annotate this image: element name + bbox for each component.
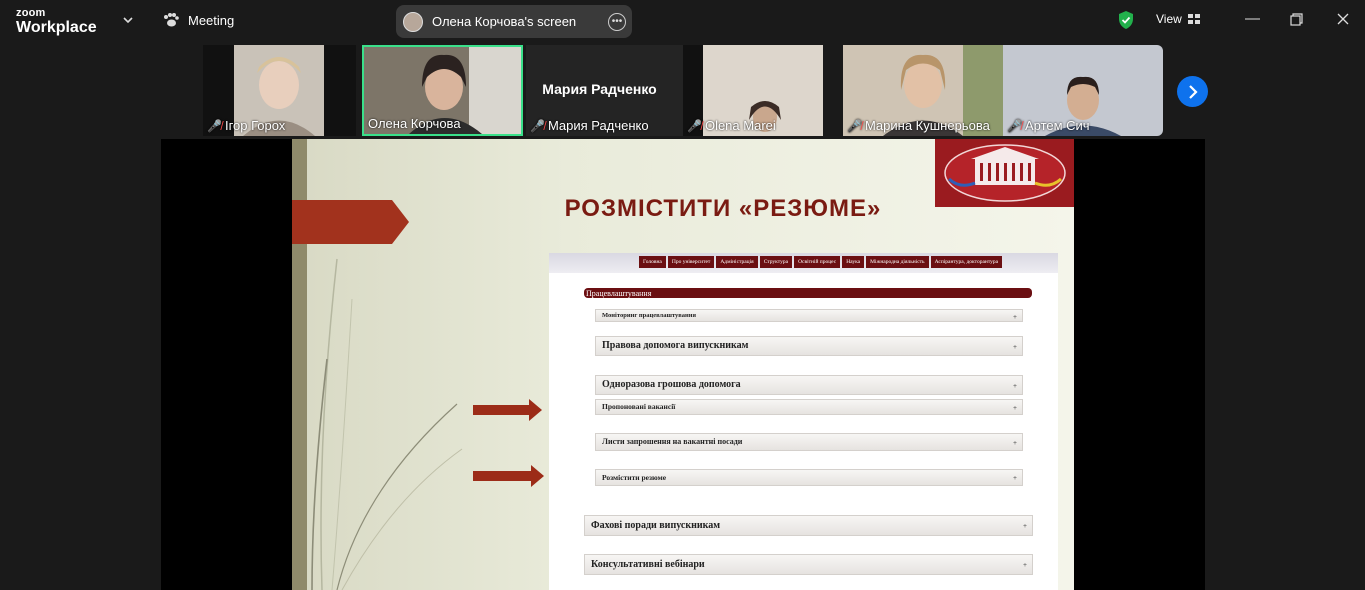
screen-share-indicator[interactable]: Олена Корчова's screen ••• <box>396 5 632 38</box>
meeting-button[interactable]: Meeting <box>162 12 234 28</box>
pointer-arrow <box>473 465 544 487</box>
grid-icon <box>1187 14 1200 24</box>
shield-check-icon[interactable] <box>1117 10 1135 30</box>
participant-tile[interactable]: 🎤̸ Артем Сич <box>1003 45 1163 136</box>
accordion-item: Консультативні вебінари + <box>584 554 1033 575</box>
nav-item: Головна <box>639 256 666 268</box>
participant-display-name: Мария Радченко <box>542 81 657 97</box>
participant-tile[interactable]: Мария Радченко 🎤̸ Мария Радченко <box>526 45 703 136</box>
paw-icon <box>164 13 179 27</box>
nav-item: Про університет <box>667 256 715 268</box>
app-logo: zoom Workplace <box>16 8 97 36</box>
chevron-right-icon <box>1188 84 1198 99</box>
mic-muted-icon: 🎤̸ <box>847 118 862 133</box>
minimize-icon[interactable]: — <box>1245 10 1260 27</box>
sharer-avatar <box>403 11 423 32</box>
nav-item: Освітній процес <box>794 256 841 268</box>
presentation-slide: РОЗМІСТИТИ «РЕЗЮМЕ» Головна Про універси… <box>292 139 1074 590</box>
participant-name: 🎤̸ Ігор Горох <box>207 118 286 133</box>
view-button[interactable]: View <box>1156 12 1200 26</box>
mic-muted-icon: 🎤̸ <box>687 118 702 133</box>
mic-muted-icon: 🎤̸ <box>530 118 545 133</box>
logo-bottom: Workplace <box>16 19 97 36</box>
participant-name: Олена Корчова <box>368 116 461 131</box>
participant-tile[interactable]: 🎤̸ Марина Кушнерьова <box>843 45 1003 136</box>
close-icon[interactable] <box>1337 13 1349 25</box>
share-label: Олена Корчова's screen <box>432 14 577 29</box>
meeting-label: Meeting <box>188 12 235 28</box>
nav-item: Аспірантура, докторантура <box>930 256 1003 268</box>
nav-item: Міжнародна діяльність <box>866 256 929 268</box>
more-options-icon[interactable]: ••• <box>608 13 626 31</box>
slide-title: РОЗМІСТИТИ «РЕЗЮМЕ» <box>564 195 882 222</box>
title-bar: zoom Workplace Meeting Олена Корчова's s… <box>0 0 1365 44</box>
participant-tile-active[interactable]: Олена Корчова <box>362 45 523 136</box>
logo-top: zoom <box>16 7 46 19</box>
accordion-item: Правова допомога випускникам + <box>595 336 1023 356</box>
mic-muted-icon: 🎤̸ <box>207 118 222 133</box>
participant-tile[interactable]: 🎤̸ Olena Mareі <box>683 45 823 136</box>
section-header: Працевлаштування <box>584 288 1032 298</box>
accordion-item: Моніторинг працевлаштування + <box>595 309 1023 322</box>
website-screenshot: Головна Про університет Адміністрація Ст… <box>549 253 1058 590</box>
accordion-item: Розмістити резюме + <box>595 469 1023 486</box>
participant-strip: 🎤̸ Ігор Горох Олена Корчова Мария Радченк… <box>203 45 1163 137</box>
participant-name: 🎤̸ Olena Mareі <box>687 118 776 133</box>
nav-item: Наука <box>842 256 865 268</box>
participant-name: 🎤̸ Мария Радченко <box>530 118 649 133</box>
mic-muted-icon: 🎤̸ <box>1007 118 1022 133</box>
chevron-down-icon[interactable] <box>122 14 134 26</box>
accordion-item: Фахові поради випускникам + <box>584 515 1033 536</box>
accordion-item: Пропоновані вакансії + <box>595 399 1023 415</box>
nav-item: Структура <box>759 256 793 268</box>
next-page-button[interactable] <box>1177 76 1208 107</box>
nav-item: Адміністрація <box>716 256 758 268</box>
accordion-item: Одноразова грошова допомога + <box>595 375 1023 395</box>
view-label: View <box>1156 12 1182 26</box>
accordion-item: Листи запрошення на вакантні посади + <box>595 433 1023 451</box>
restore-icon[interactable] <box>1290 13 1303 26</box>
participant-tile[interactable]: 🎤̸ Ігор Горох <box>203 45 356 136</box>
website-nav: Головна Про університет Адміністрація Ст… <box>639 256 1003 268</box>
participant-name: 🎤̸ Марина Кушнерьова <box>847 118 990 133</box>
pointer-arrow <box>473 399 542 421</box>
participant-name: 🎤̸ Артем Сич <box>1007 118 1090 133</box>
decorative-grass <box>311 258 463 590</box>
